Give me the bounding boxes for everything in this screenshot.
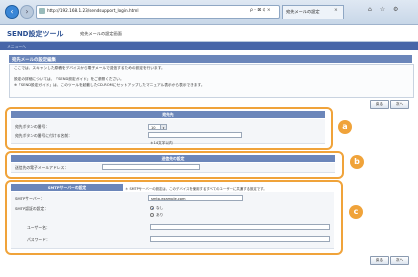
address-tools[interactable]: ρ - ⊠ ¢ × (250, 8, 271, 13)
section-b-header: 送信先の設定 (11, 155, 335, 162)
callout-b-badge: b (350, 155, 364, 169)
name-input[interactable] (148, 132, 242, 138)
auth-yes-label: あり (156, 213, 164, 217)
smtp-server-label: SMTPサーバー： (15, 196, 45, 201)
menu-link[interactable]: メニューへ (7, 44, 26, 50)
tab-close-icon[interactable]: × (334, 8, 338, 13)
intro-text: 設定の詳細については、「SEND設定ガイド」をご参照ください。 (14, 77, 124, 81)
app-subtitle: 宛先メールの設定画面 (80, 31, 122, 36)
chevron-down-icon: ▾ (160, 125, 166, 130)
smtp-auth-label: SMTP認証の設定： (15, 206, 49, 211)
callout-c-badge: c (349, 205, 363, 219)
email-label: 送信先の電子メールアドレス： (15, 165, 69, 170)
password-input[interactable] (150, 236, 330, 242)
username-input[interactable] (150, 224, 330, 230)
page-icon (39, 8, 45, 14)
address-text[interactable]: http://192.168.1.23/sendsupport_login.ht… (47, 8, 139, 13)
back-button-bottom[interactable]: 戻る (370, 256, 389, 265)
register-number-select[interactable]: 10 ▾ (148, 124, 167, 130)
register-number-label: 宛先ボタンの番号： (15, 124, 50, 129)
email-input[interactable] (102, 164, 200, 170)
name-hint: ＊14文字以内 (150, 141, 173, 145)
next-button-bottom[interactable]: 次へ (390, 256, 409, 265)
app-title: SEND設定ツール (7, 30, 64, 38)
section-c-header: SMTPサーバーの設定 (11, 184, 123, 191)
forward-arrow-icon[interactable]: › (20, 5, 34, 19)
password-label: パスワード： (27, 237, 50, 242)
section-a-header: 宛先先 (11, 111, 325, 118)
back-arrow-icon[interactable]: ‹ (5, 5, 19, 19)
name-label: 宛先ボタンの番号に付ける名前： (15, 133, 72, 138)
register-number-value: 10 (151, 126, 156, 130)
callout-a-badge: a (338, 120, 352, 134)
app-nav-bar (0, 42, 418, 50)
page-heading-bar (9, 55, 412, 63)
window-icons[interactable]: ⌂ ☆ ⚙ (368, 6, 401, 13)
auth-none-radio[interactable] (150, 206, 154, 210)
username-label: ユーザー名： (27, 225, 50, 230)
tab-title[interactable]: 宛先メールの設定 (286, 9, 320, 15)
intro-text: ここでは、スキャンした原稿をデバイスから電子メールで送信するための設定を行います… (14, 66, 165, 70)
page-title: 宛先メールの設定編集 (12, 58, 56, 63)
back-button[interactable]: 戻る (370, 100, 389, 109)
auth-none-label: なし (156, 206, 164, 210)
smtp-server-input[interactable]: smtp.example.com (148, 195, 243, 201)
smtp-note: ＊ SMTPサーバーの設定は、このデバイスを使用するすべてのユーザーに共通する設… (125, 187, 267, 191)
next-button[interactable]: 次へ (390, 100, 409, 109)
auth-yes-radio[interactable] (150, 213, 154, 217)
intro-text: ※「SEND設定ガイド」は、このツールを起動したCD-ROMにセットアップしたマ… (14, 83, 205, 87)
